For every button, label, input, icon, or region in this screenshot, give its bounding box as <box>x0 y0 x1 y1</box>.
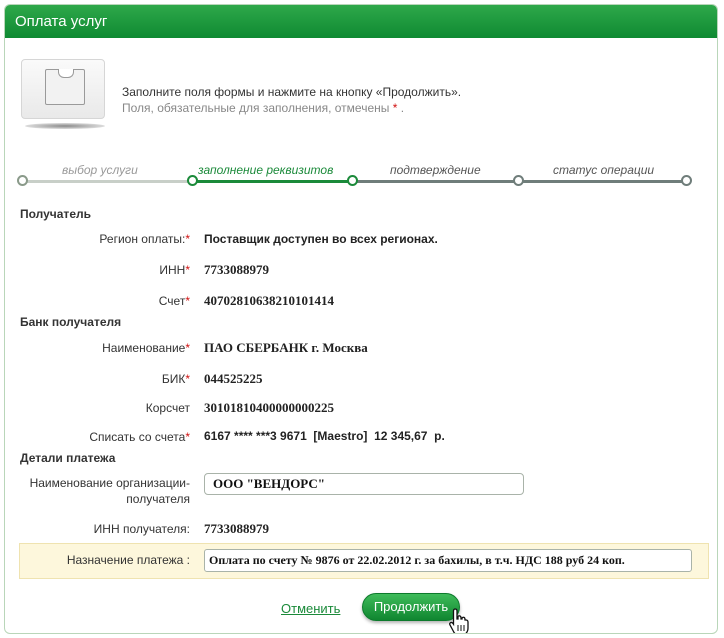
region-label: Регион оплаты:* <box>99 232 190 246</box>
intro-required-note: Поля, обязательные для заполнения, отмеч… <box>122 101 404 115</box>
bik-value: 044525225 <box>204 371 263 386</box>
step-dot-1 <box>17 175 28 186</box>
bank-name-required-star: * <box>185 341 190 355</box>
debit-account-label: Списать со счета* <box>89 430 190 444</box>
bank-name-label-text: Наименование <box>102 341 186 355</box>
intro-required-star: * <box>392 101 398 115</box>
account-label-text: Счет <box>158 294 186 308</box>
purpose-label: Назначение платежа : <box>66 553 190 567</box>
section-payment-details: Детали платежа <box>20 451 116 465</box>
org-name-label-line1: Наименование организации- <box>29 476 190 490</box>
payment-panel: Оплата услуг Заполните поля формы и нажм… <box>4 4 718 634</box>
section-bank: Банк получателя <box>20 315 122 329</box>
intro-instruction: Заполните поля формы и нажмите на кнопку… <box>122 85 462 99</box>
account-label: Счет* <box>159 294 190 308</box>
section-recipient: Получатель <box>20 207 91 221</box>
inn-required-star: * <box>185 263 190 277</box>
account-required-star: * <box>185 294 190 308</box>
debit-account-label-text: Списать со счета <box>89 430 186 444</box>
corr-account-label: Корсчет <box>145 401 190 415</box>
org-name-input[interactable]: ООО "ВЕНДОРС" <box>204 473 524 495</box>
bik-required-star: * <box>185 372 190 386</box>
debit-account-value[interactable]: 6167 **** ***3 9671 [Maestro] 12 345,67 … <box>204 429 445 443</box>
debit-required-star: * <box>185 430 190 444</box>
step-select-service: выбор услуги <box>62 163 138 177</box>
org-name-label-line2: получателя <box>126 492 190 506</box>
hand-cursor-icon <box>449 608 469 633</box>
cancel-link[interactable]: Отменить <box>281 601 340 616</box>
inn-value: 7733088979 <box>204 262 269 277</box>
recipient-inn-value: 7733088979 <box>204 521 269 536</box>
recipient-inn-label: ИНН получателя: <box>93 522 190 536</box>
bank-name-value: ПАО СБЕРБАНК г. Москва <box>204 340 368 355</box>
intro-required-suffix: . <box>400 101 405 115</box>
bik-label-text: БИК <box>161 372 186 386</box>
step-track-active <box>192 180 352 183</box>
step-dot-2 <box>187 175 198 186</box>
corr-account-value: 30101810400000000225 <box>204 400 334 415</box>
intro-required-text: Поля, обязательные для заполнения, отмеч… <box>122 101 390 115</box>
step-operation-status: статус операции <box>553 163 655 177</box>
inn-label: ИНН* <box>159 263 190 277</box>
purpose-input[interactable]: Оплата по счету № 9876 от 22.02.2012 г. … <box>204 549 692 572</box>
account-value: 40702810638210101414 <box>204 293 334 308</box>
bank-name-label: Наименование* <box>102 341 190 355</box>
inn-label-text: ИНН <box>159 263 186 277</box>
step-dot-4 <box>513 175 524 186</box>
region-value: Поставщик доступен во всех регионах. <box>204 232 438 246</box>
continue-button[interactable]: Продолжить <box>362 593 460 621</box>
step-dot-5 <box>681 175 692 186</box>
payment-form-icon <box>19 57 107 129</box>
step-track-done <box>22 180 192 183</box>
step-fill-details: заполнение реквизитов <box>198 163 334 177</box>
region-required-star: * <box>185 232 190 246</box>
bik-label: БИК* <box>162 372 190 386</box>
panel-header-title: Оплата услуг <box>5 5 717 38</box>
step-dot-3 <box>347 175 358 186</box>
steps-progress: выбор услуги заполнение реквизитов подтв… <box>5 155 717 195</box>
org-name-label: Наименование организации- получателя <box>30 475 190 507</box>
region-label-text: Регион оплаты: <box>99 232 186 246</box>
step-confirmation: подтверждение <box>390 163 481 177</box>
